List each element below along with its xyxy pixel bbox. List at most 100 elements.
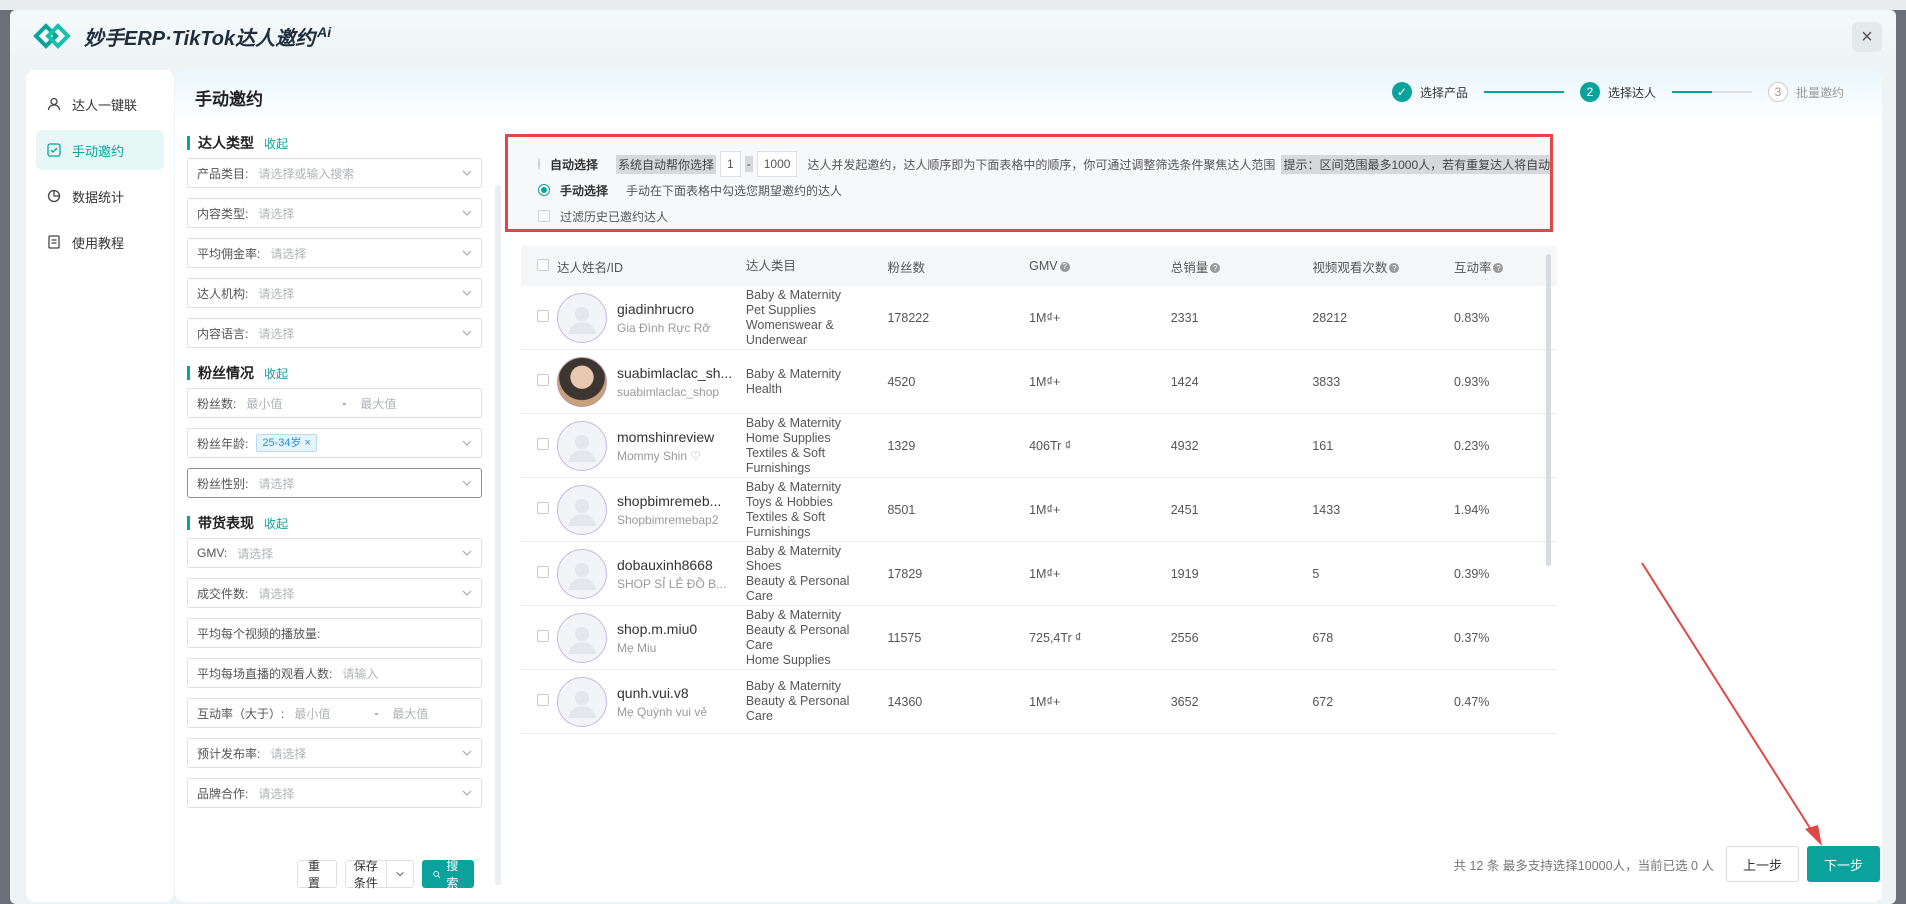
creator-id: Mẹ Miu — [617, 640, 657, 655]
table-scrollbar[interactable] — [1546, 254, 1551, 566]
orders-select[interactable]: 成交件数: 请选择 — [187, 578, 482, 608]
engagement-range[interactable]: 互动率（大于）: 最小值 - 最大值 — [187, 698, 482, 728]
gmv-select[interactable]: GMV: 请选择 — [187, 538, 482, 568]
chevron-down-icon — [462, 170, 472, 176]
creator-name[interactable]: momshinreview — [617, 429, 714, 445]
fans-cell: 11575 — [887, 630, 922, 645]
collapse-link[interactable]: 收起 — [264, 365, 288, 382]
sidebar-item-statistics[interactable]: 数据统计 — [36, 176, 164, 216]
save-conditions-button[interactable]: 保存条件 — [344, 859, 414, 890]
fans-age-select[interactable]: 粉丝年龄: 25-34岁 × — [187, 428, 482, 458]
fans-count-range[interactable]: 粉丝数: 最小值 - 最大值 — [187, 388, 482, 418]
next-step-button[interactable]: 下一步 — [1806, 846, 1880, 882]
check-icon: ✓ — [1391, 82, 1412, 102]
avatar — [557, 484, 607, 535]
section-fans: 粉丝情况 收起 — [187, 364, 482, 382]
filter-history-row: 过滤历史已邀约达人 — [538, 204, 1550, 228]
creator-name[interactable]: giadinhrucro — [617, 301, 710, 317]
avg-commission-select[interactable]: 平均佣金率: 请选择 — [187, 238, 482, 268]
sidebar-item-tutorial[interactable]: 使用教程 — [36, 222, 164, 262]
fans-cell: 8501 — [887, 502, 916, 517]
prev-step-button[interactable]: 上一步 — [1725, 846, 1799, 882]
creator-panel: 自动选择 系统自动帮你选择 1 - 1000 达人并发起邀约，达人顺序即为下面表… — [505, 124, 1880, 894]
content-language-select[interactable]: 内容语言: 请选择 — [187, 318, 482, 348]
content-type-select[interactable]: 内容类型: 请选择 — [187, 198, 482, 228]
row-checkbox[interactable] — [537, 438, 549, 450]
avg-video-views-input[interactable]: 平均每个视频的播放量: — [187, 618, 482, 648]
reset-button[interactable]: 重置 — [297, 859, 337, 890]
creator-id: Shopbimremebap2 — [617, 512, 719, 527]
views-cell: 1433 — [1312, 502, 1341, 517]
creator-name[interactable]: shopbimremeb... — [617, 493, 721, 509]
row-checkbox[interactable] — [537, 310, 549, 322]
filter-actions: 重置 保存条件 搜索 — [297, 859, 482, 890]
creator-id: suabimlaclac_shop — [617, 384, 720, 399]
creator-name[interactable]: qunh.vui.v8 — [617, 685, 707, 701]
category-select[interactable]: 产品类目: 请选择或输入搜索 — [187, 158, 482, 188]
table-row[interactable]: dobauxinh8668 SHOP SỈ LẺ ĐỒ B... Baby & M… — [521, 542, 1557, 606]
avatar — [557, 612, 607, 663]
gmv-cell: 1M₫+ — [1029, 310, 1061, 325]
sales-cell: 3652 — [1170, 694, 1199, 709]
table-body: giadinhrucro Gia Đình Rực Rỡ Baby & Mater… — [521, 286, 1557, 734]
chevron-down-icon — [462, 210, 472, 216]
views-cell: 3833 — [1312, 374, 1341, 389]
table-row[interactable]: giadinhrucro Gia Đình Rực Rỡ Baby & Mater… — [521, 286, 1557, 350]
collapse-link[interactable]: 收起 — [264, 515, 288, 532]
sales-cell: 1919 — [1170, 566, 1199, 581]
col-category: 达人类目 — [745, 258, 796, 273]
sidebar-item-label: 数据统计 — [72, 189, 125, 205]
gmv-cell: 406Tr ₫ — [1029, 438, 1072, 453]
avatar — [557, 292, 607, 343]
row-checkbox[interactable] — [537, 502, 549, 514]
row-checkbox[interactable] — [537, 374, 549, 386]
avatar — [557, 356, 607, 407]
filter-history-checkbox[interactable] — [538, 210, 550, 222]
agency-select[interactable]: 达人机构: 请选择 — [187, 278, 482, 308]
table-row[interactable]: momshinreview Mommy Shin ♡ Baby & Materni… — [521, 414, 1557, 478]
app-logo-icon — [33, 23, 71, 49]
table-row[interactable]: qunh.vui.v8 Mẹ Quỳnh vui vẻ Baby & Matern… — [521, 670, 1557, 734]
auto-select-radio[interactable] — [538, 158, 540, 170]
filter-scrollbar[interactable] — [495, 185, 501, 885]
select-all-checkbox[interactable] — [537, 258, 549, 271]
range-to-input[interactable]: 1000 — [756, 151, 798, 177]
col-sales: 总销量? — [1171, 257, 1313, 276]
table-row[interactable]: shop.m.miu0 Mẹ Miu Baby & Maternity Beauty… — [521, 606, 1557, 670]
step-batch-invite: 3 批量邀约 — [1767, 82, 1844, 102]
row-checkbox[interactable] — [537, 630, 549, 642]
creator-name[interactable]: dobauxinh8668 — [617, 557, 726, 573]
age-tag[interactable]: 25-34岁 × — [256, 434, 317, 452]
gmv-cell: 1M₫+ — [1029, 566, 1061, 581]
avatar — [557, 420, 607, 471]
creator-name[interactable]: shop.m.miu0 — [617, 621, 697, 637]
row-checkbox[interactable] — [537, 566, 549, 578]
row-checkbox[interactable] — [537, 694, 549, 706]
manual-select-radio[interactable] — [538, 184, 550, 196]
modal-header: 妙手ERP·TikTok达人邀约 Ai × — [10, 10, 1896, 62]
search-icon — [433, 870, 441, 878]
chevron-down-icon — [462, 330, 472, 336]
brand-select[interactable]: 品牌合作: 请选择 — [187, 778, 482, 808]
fans-gender-select[interactable]: 粉丝性别: 请选择 — [187, 468, 482, 498]
table-row[interactable]: shopbimremeb... Shopbimremebap2 Baby & Ma… — [521, 478, 1557, 542]
close-button[interactable]: × — [1852, 22, 1882, 52]
sidebar-item-one-click[interactable]: 达人一键联 — [36, 84, 164, 124]
creator-name[interactable]: suabimlaclac_sh... — [617, 365, 732, 381]
engagement-cell: 1.94% — [1453, 502, 1490, 517]
publish-rate-select[interactable]: 预计发布率: 请选择 — [187, 738, 482, 768]
views-cell: 28212 — [1312, 310, 1348, 325]
gmv-cell: 1M₫+ — [1029, 694, 1061, 709]
info-icon: ? — [1210, 263, 1221, 274]
creator-id: SHOP SỈ LẺ ĐỒ B... — [617, 576, 727, 591]
footer: 共 12 条 最多支持选择10000人，当前已选 0 人 上一步 下一步 — [505, 846, 1880, 882]
sidebar-item-manual-invite[interactable]: 手动邀约 — [36, 130, 164, 170]
table-row[interactable]: suabimlaclac_sh... suabimlaclac_shop Baby… — [521, 350, 1557, 414]
stepper: ✓ 选择产品 2 选择达人 3 批量邀约 — [1391, 82, 1844, 102]
search-button[interactable]: 搜索 — [421, 859, 475, 890]
chevron-down-icon[interactable] — [385, 861, 413, 887]
avg-live-views-input[interactable]: 平均每场直播的观看人数: 请输入 — [187, 658, 482, 688]
creator-id: Gia Đình Rực Rỡ — [617, 320, 711, 335]
collapse-link[interactable]: 收起 — [264, 135, 288, 152]
range-from-input[interactable]: 1 — [720, 151, 741, 177]
